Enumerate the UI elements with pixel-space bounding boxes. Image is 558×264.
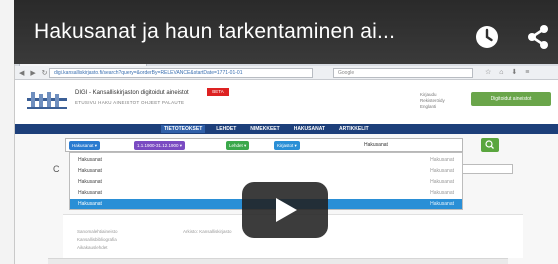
- nav-item-lehdet[interactable]: LEHDET: [213, 125, 239, 133]
- login-links[interactable]: Kirjaudu Rekisteröidy Englanti: [420, 92, 445, 110]
- clock-icon[interactable]: [474, 24, 500, 50]
- facet-chip-lehdet[interactable]: Lehdet ▾: [226, 141, 250, 150]
- suggestion-type: Hakusanat: [430, 190, 454, 196]
- video-thumbnail[interactable]: Kansalliskirjasto - Digitoidut aineistot…: [0, 0, 558, 264]
- nav-item-artikkelit[interactable]: ARTIKKELIT: [336, 125, 372, 133]
- bottom-strip: [48, 258, 508, 264]
- side-letter: C: [53, 164, 60, 174]
- video-title-bar: Hakusanat ja haun tarkentaminen ai...: [14, 0, 558, 64]
- browser-tool-icons[interactable]: ☆ ⌂ ⬇ ≡: [485, 68, 532, 76]
- nav-item-hakusanat[interactable]: HAKUSANAT: [291, 125, 328, 133]
- facet-chip-date[interactable]: 1.1.1900-31.12.1900 ▾: [134, 141, 186, 150]
- result-note: Arkisto: Kansalliskirjasto: [183, 229, 232, 234]
- beta-badge: BETA: [207, 88, 229, 96]
- address-bar[interactable]: digi.kansalliskirjasto.fi/search?query=&…: [49, 68, 313, 78]
- facet-chip-kirjastot[interactable]: Kirjastot ▾: [274, 141, 300, 150]
- video-title[interactable]: Hakusanat ja haun tarkentaminen ai...: [34, 20, 395, 44]
- search-go-button[interactable]: [481, 138, 499, 152]
- collections-button[interactable]: Digitoidut aineistot: [471, 92, 551, 106]
- suggestion-label: Hakusanat: [78, 201, 102, 207]
- result-line: Kansallisbibliografia: [77, 237, 117, 242]
- nav-item-nimekkeet[interactable]: NIMEKKEET: [247, 125, 282, 133]
- suggestion-label: Hakusanat: [78, 179, 102, 185]
- library-logo-icon[interactable]: [25, 88, 69, 112]
- result-line: Aikakauslehdet: [77, 245, 108, 250]
- site-name: DIGI - Kansalliskirjaston digitoidut ain…: [75, 90, 189, 96]
- browser-search-box[interactable]: Google: [333, 68, 473, 78]
- site-top-links[interactable]: ETUSIVU HAKU AINEISTOT OHJEET PALAUTE: [75, 100, 184, 105]
- suggestion-type: Hakusanat: [430, 168, 454, 174]
- suggestion-item[interactable]: Hakusanat Hakusanat: [70, 155, 462, 165]
- suggestion-item[interactable]: Hakusanat Hakusanat: [70, 166, 462, 176]
- site-header: DIGI - Kansalliskirjaston digitoidut ain…: [15, 80, 558, 124]
- suggestion-type: Hakusanat: [430, 157, 454, 163]
- result-line: Sanomalehtiaineisto: [77, 229, 118, 234]
- facet-chip-hakusanat[interactable]: Hakusanat ▾: [69, 141, 101, 150]
- suggestion-label: Hakusanat: [78, 157, 102, 163]
- browser-toolbar: ◀ ▶ ↻ digi.kansalliskirjasto.fi/search?q…: [15, 66, 558, 80]
- facet-search-bar[interactable]: Hakusanat ▾ 1.1.1900-31.12.1900 ▾ Lehdet…: [65, 138, 463, 152]
- suggestion-type: Hakusanat: [430, 201, 454, 207]
- language-link[interactable]: Englanti: [420, 104, 445, 110]
- suggestion-label: Hakusanat: [78, 168, 102, 174]
- facet-search-input[interactable]: Hakusanat: [364, 141, 388, 150]
- nav-item-tietoteokset[interactable]: TIETOTEOKSET: [161, 125, 206, 133]
- main-navigation: TIETOTEOKSET LEHDET NIMEKKEET HAKUSANAT …: [15, 124, 558, 134]
- sort-select[interactable]: [461, 164, 513, 174]
- play-icon[interactable]: [242, 182, 328, 238]
- search-icon: [485, 140, 494, 149]
- suggestion-label: Hakusanat: [78, 190, 102, 196]
- suggestion-type: Hakusanat: [430, 179, 454, 185]
- browser-nav-buttons[interactable]: ◀ ▶ ↻: [19, 69, 50, 77]
- share-icon[interactable]: [524, 23, 552, 51]
